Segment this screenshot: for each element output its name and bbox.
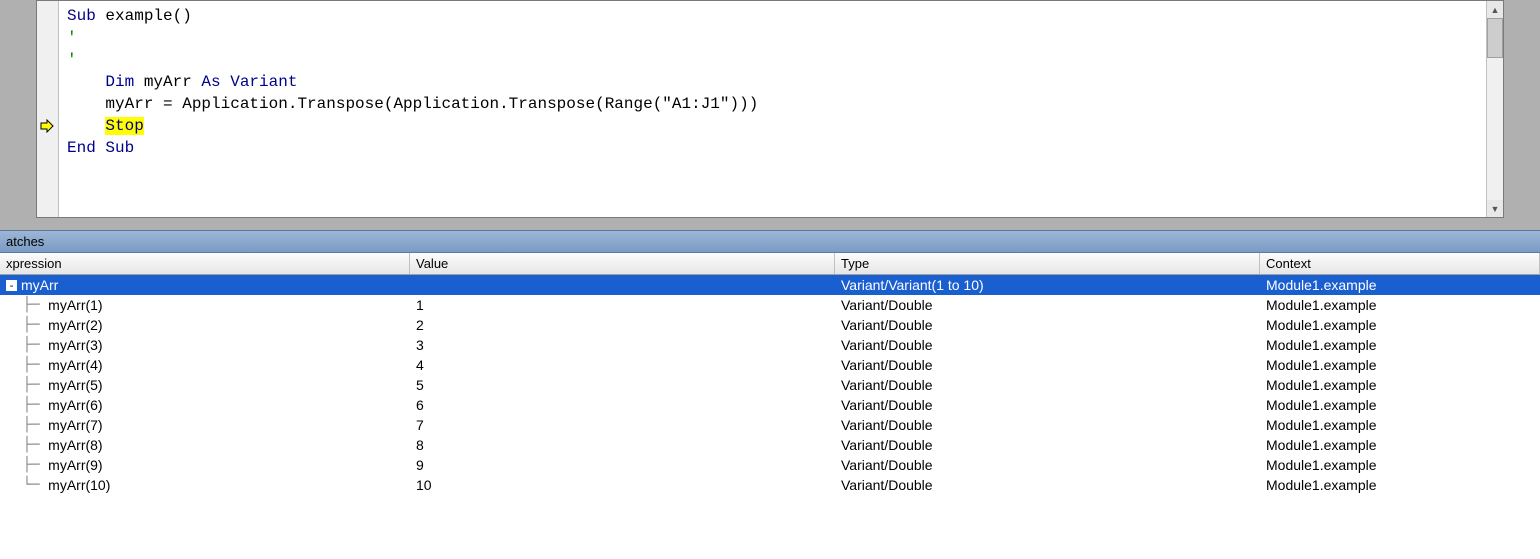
watch-cell-context: Module1.example [1260, 455, 1540, 475]
watch-row-child[interactable]: ├─ myArr(9)9Variant/DoubleModule1.exampl… [0, 455, 1540, 475]
watch-cell-context: Module1.example [1260, 435, 1540, 455]
tree-line-icon: ├─ [6, 435, 48, 455]
watch-cell-expression: - myArr [0, 275, 410, 295]
code-editor-pane: Sub example()'' Dim myArr As Variant myA… [0, 0, 1540, 230]
watch-row-child[interactable]: ├─ myArr(4)4Variant/DoubleModule1.exampl… [0, 355, 1540, 375]
code-margin [37, 1, 59, 217]
tree-line-icon: ├─ [6, 375, 48, 395]
watch-row-child[interactable]: ├─ myArr(5)5Variant/DoubleModule1.exampl… [0, 375, 1540, 395]
code-vertical-scrollbar[interactable]: ▲ ▼ [1486, 1, 1503, 217]
watch-row-child[interactable]: ├─ myArr(8)8Variant/DoubleModule1.exampl… [0, 435, 1540, 455]
watch-cell-context: Module1.example [1260, 375, 1540, 395]
scroll-up-icon[interactable]: ▲ [1487, 1, 1503, 18]
watches-header-context[interactable]: Context [1260, 253, 1540, 274]
watch-cell-type: Variant/Double [835, 315, 1260, 335]
watch-cell-value: 4 [410, 355, 835, 375]
watch-cell-type: Variant/Double [835, 375, 1260, 395]
watches-panel-title: atches [0, 230, 1540, 253]
watch-cell-type: Variant/Variant(1 to 10) [835, 275, 1260, 295]
watches-header-value[interactable]: Value [410, 253, 835, 274]
watch-cell-context: Module1.example [1260, 295, 1540, 315]
scroll-track[interactable] [1487, 18, 1503, 200]
watch-cell-expression: ├─ myArr(4) [0, 355, 410, 375]
tree-line-icon: ├─ [6, 395, 48, 415]
tree-line-icon: ├─ [6, 315, 48, 335]
watch-cell-expression: ├─ myArr(7) [0, 415, 410, 435]
watches-header-row: xpression Value Type Context [0, 253, 1540, 275]
watch-cell-type: Variant/Double [835, 395, 1260, 415]
watch-cell-expression: ├─ myArr(2) [0, 315, 410, 335]
scroll-thumb[interactable] [1487, 18, 1503, 58]
watch-cell-context: Module1.example [1260, 475, 1540, 495]
watch-cell-value: 8 [410, 435, 835, 455]
watch-cell-expression: └─ myArr(10) [0, 475, 410, 495]
watch-cell-type: Variant/Double [835, 355, 1260, 375]
watch-cell-value: 9 [410, 455, 835, 475]
tree-line-icon: ├─ [6, 295, 48, 315]
watch-cell-expression: ├─ myArr(6) [0, 395, 410, 415]
watch-cell-value: 5 [410, 375, 835, 395]
watch-cell-context: Module1.example [1260, 415, 1540, 435]
watch-cell-value: 7 [410, 415, 835, 435]
watch-cell-context: Module1.example [1260, 355, 1540, 375]
watch-cell-expression: ├─ myArr(9) [0, 455, 410, 475]
watch-cell-value [410, 275, 835, 295]
watch-row-child[interactable]: ├─ myArr(1)1Variant/DoubleModule1.exampl… [0, 295, 1540, 315]
tree-line-icon: ├─ [6, 355, 48, 375]
watch-cell-expression: ├─ myArr(1) [0, 295, 410, 315]
watch-row-child[interactable]: ├─ myArr(6)6Variant/DoubleModule1.exampl… [0, 395, 1540, 415]
watches-header-type[interactable]: Type [835, 253, 1260, 274]
watch-cell-type: Variant/Double [835, 455, 1260, 475]
watch-cell-type: Variant/Double [835, 295, 1260, 315]
watch-cell-value: 3 [410, 335, 835, 355]
watch-row-child[interactable]: ├─ myArr(3)3Variant/DoubleModule1.exampl… [0, 335, 1540, 355]
tree-line-icon: └─ [6, 475, 48, 495]
code-text[interactable]: Sub example()'' Dim myArr As Variant myA… [59, 1, 1486, 217]
tree-line-icon: ├─ [6, 335, 48, 355]
watch-cell-type: Variant/Double [835, 415, 1260, 435]
watch-cell-expression: ├─ myArr(8) [0, 435, 410, 455]
tree-collapse-icon[interactable]: - [6, 280, 17, 291]
watches-header-expression[interactable]: xpression [0, 253, 410, 274]
watch-cell-value: 1 [410, 295, 835, 315]
watch-cell-context: Module1.example [1260, 395, 1540, 415]
watch-cell-context: Module1.example [1260, 335, 1540, 355]
execution-pointer-icon [40, 119, 54, 133]
watches-panel: xpression Value Type Context - myArr Vari… [0, 253, 1540, 559]
watch-cell-expression: ├─ myArr(5) [0, 375, 410, 395]
scroll-down-icon[interactable]: ▼ [1487, 200, 1503, 217]
watch-cell-type: Variant/Double [835, 475, 1260, 495]
tree-line-icon: ├─ [6, 455, 48, 475]
watch-cell-value: 2 [410, 315, 835, 335]
watch-row-child[interactable]: ├─ myArr(7)7Variant/DoubleModule1.exampl… [0, 415, 1540, 435]
tree-line-icon: ├─ [6, 415, 48, 435]
watch-row-root[interactable]: - myArr Variant/Variant(1 to 10)Module1.e… [0, 275, 1540, 295]
watches-grid-body: - myArrVariant/Variant(1 to 10)Module1.e… [0, 275, 1540, 559]
watch-cell-context: Module1.example [1260, 315, 1540, 335]
watch-cell-expression: ├─ myArr(3) [0, 335, 410, 355]
watch-cell-value: 6 [410, 395, 835, 415]
watch-cell-value: 10 [410, 475, 835, 495]
watch-cell-type: Variant/Double [835, 435, 1260, 455]
watch-row-child[interactable]: ├─ myArr(2)2Variant/DoubleModule1.exampl… [0, 315, 1540, 335]
watch-row-child[interactable]: └─ myArr(10)10Variant/DoubleModule1.exam… [0, 475, 1540, 495]
watch-cell-type: Variant/Double [835, 335, 1260, 355]
watch-cell-context: Module1.example [1260, 275, 1540, 295]
